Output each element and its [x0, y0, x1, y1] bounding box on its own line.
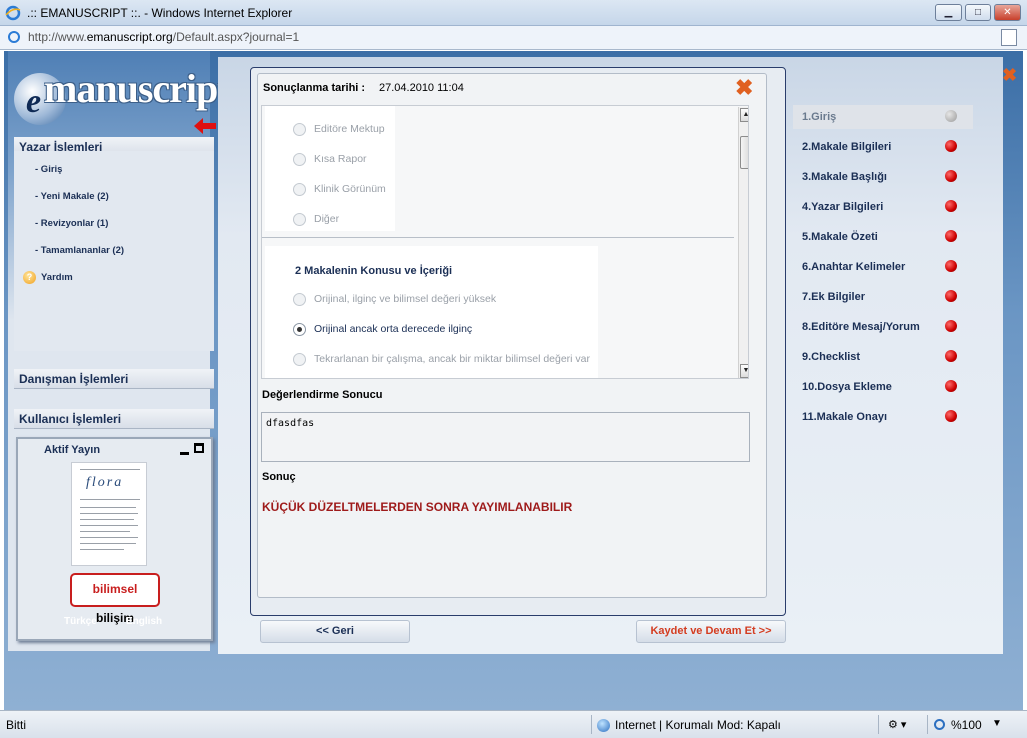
close-form-icon[interactable]: ✖: [735, 77, 753, 99]
url-text[interactable]: http://www.emanuscript.org/Default.aspx?…: [28, 30, 299, 44]
save-continue-button[interactable]: Kaydet ve Devam Et >>: [636, 620, 786, 643]
result-value: KÜÇÜK DÜZELTMELERDEN SONRA YAYIMLANABILI…: [262, 500, 573, 514]
zoom-level[interactable]: %100: [951, 718, 982, 732]
address-bar[interactable]: http://www.emanuscript.org/Default.aspx?…: [0, 26, 1027, 50]
internet-explorer-icon: [5, 5, 21, 21]
aktif-yayin-panel: Aktif Yayın flora bilimsel bilişim Türkç…: [16, 437, 213, 641]
window-titlebar: .:: EMANUSCRIPT ::. - Windows Internet E…: [0, 0, 1027, 26]
sidebar: e manuscript Yazar İşlemleri - Giriş - Y…: [8, 51, 231, 651]
content-quality-group: 2 Makalenin Konusu ve İçeriği Orijinal, …: [265, 246, 598, 378]
logo-e: e: [26, 83, 42, 120]
step-status-icon: [945, 320, 957, 332]
logo-word: manuscript: [44, 66, 231, 111]
lang-english-link[interactable]: English: [126, 616, 162, 627]
step-ek-bilgiler[interactable]: 7.Ek Bilgiler: [793, 285, 973, 309]
menu-link-tamamlananlar[interactable]: - Tamamlananlar (2): [35, 245, 124, 256]
question-title: 2 Makalenin Konusu ve İçeriği: [295, 265, 453, 277]
radio-kisa-rapor[interactable]: [293, 153, 306, 166]
radio-diger[interactable]: [293, 213, 306, 226]
menu-link-yardim[interactable]: Yardım: [41, 272, 73, 283]
page-viewport: e manuscript Yazar İşlemleri - Giriş - Y…: [4, 51, 1023, 710]
internet-zone-icon: [597, 719, 610, 732]
step-status-icon: [945, 230, 957, 242]
step-makale-onayi[interactable]: 11.Makale Onayı: [793, 405, 973, 429]
journal-cover-image[interactable]: flora: [71, 462, 147, 566]
option-label: Tekrarlanan bir çalışma, ancak bir mikta…: [314, 353, 591, 365]
radio-klinik-gorunum[interactable]: [293, 183, 306, 196]
scroll-down-button[interactable]: ▼: [740, 364, 748, 378]
option-label: Orijinal, ilginç ve bilimsel değeri yüks…: [314, 293, 497, 305]
option-label: Diğer: [314, 213, 340, 225]
panel-minimize-icon[interactable]: [180, 446, 189, 455]
panel-maximize-icon[interactable]: [194, 443, 204, 453]
step-editore-mesaj[interactable]: 8.Editöre Mesaj/Yorum: [793, 315, 973, 339]
step-checklist[interactable]: 9.Checklist: [793, 345, 973, 369]
evaluation-label: Değerlendirme Sonucu: [262, 389, 383, 401]
article-type-group: Editöre Mektup Kısa Rapor Klinik Görünüm…: [265, 106, 395, 231]
tools-icon[interactable]: ⚙ ▾: [888, 718, 906, 731]
step-giris[interactable]: 1.Giriş: [793, 105, 973, 129]
scroll-thumb[interactable]: [740, 136, 748, 169]
status-text: Bitti: [6, 718, 27, 732]
danisman-islemleri-header[interactable]: Danışman İşlemleri: [14, 369, 214, 389]
evaluation-scroll-area[interactable]: Editöre Mektup Kısa Rapor Klinik Görünüm…: [261, 105, 749, 379]
date-label: Sonuçlanma tarihi :: [263, 82, 366, 94]
vertical-scrollbar[interactable]: ▲ ▼: [738, 107, 748, 378]
step-status-icon: [945, 110, 957, 122]
kullanici-islemleri-header[interactable]: Kullanıcı İşlemleri: [14, 409, 214, 429]
option-label: Kısa Rapor: [314, 153, 367, 165]
step-status-icon: [945, 200, 957, 212]
step-status-icon: [945, 260, 957, 272]
step-makale-basligi[interactable]: 3.Makale Başlığı: [793, 165, 973, 189]
menu-link-yeni-makale[interactable]: - Yeni Makale (2): [35, 191, 109, 202]
yazar-menu: - Giriş - Yeni Makale (2) - Revizyonlar …: [14, 151, 214, 351]
security-zone-text[interactable]: Internet | Korumalı Mod: Kapalı: [615, 718, 781, 732]
lang-turkce-link[interactable]: Türkçe: [64, 616, 97, 627]
scroll-up-button[interactable]: ▲: [740, 108, 748, 122]
step-dosya-ekleme[interactable]: 10.Dosya Ekleme: [793, 375, 973, 399]
ie-page-icon: [8, 31, 20, 43]
menu-link-giris[interactable]: - Giriş: [35, 164, 62, 175]
step-makale-ozeti[interactable]: 5.Makale Özeti: [793, 225, 973, 249]
step-anahtar-kelimeler[interactable]: 6.Anahtar Kelimeler: [793, 255, 973, 279]
radio-editore-mektup[interactable]: [293, 123, 306, 136]
menu-link-revizyonlar[interactable]: - Revizyonlar (1): [35, 218, 108, 229]
option-label: Orijinal ancak orta derecede ilginç: [314, 323, 473, 335]
page-close-icon[interactable]: ✖: [1002, 65, 1017, 86]
help-icon: ?: [23, 271, 36, 284]
back-button[interactable]: << Geri: [260, 620, 410, 643]
step-status-icon: [945, 170, 957, 182]
compatibility-view-icon[interactable]: [1001, 29, 1017, 46]
step-status-icon: [945, 410, 957, 422]
aktif-yayin-title: Aktif Yayın: [44, 444, 101, 456]
minimize-button[interactable]: ▁: [935, 4, 962, 21]
section-divider: [262, 237, 734, 238]
step-status-icon: [945, 140, 957, 152]
result-label: Sonuç: [262, 471, 296, 483]
radio-orijinal-orta[interactable]: [293, 323, 306, 336]
step-status-icon: [945, 350, 957, 362]
status-bar: Bitti Internet | Korumalı Mod: Kapalı ⚙ …: [0, 710, 1027, 738]
window-title: .:: EMANUSCRIPT ::. - Windows Internet E…: [27, 6, 293, 20]
option-label: Editöre Mektup: [314, 123, 385, 135]
step-status-icon: [945, 290, 957, 302]
maximize-button[interactable]: □: [965, 4, 991, 21]
bilimsel-bilisim-logo[interactable]: bilimsel bilişim: [70, 573, 160, 625]
evaluation-textarea[interactable]: dfasdfas: [261, 412, 750, 462]
step-makale-bilgileri[interactable]: 2.Makale Bilgileri: [793, 135, 973, 159]
radio-tekrarlanan[interactable]: [293, 353, 306, 366]
collapse-arrow-icon[interactable]: [194, 118, 216, 134]
step-yazar-bilgileri[interactable]: 4.Yazar Bilgileri: [793, 195, 973, 219]
zoom-icon[interactable]: [934, 719, 945, 730]
step-status-icon: [945, 380, 957, 392]
date-value: 27.04.2010 11:04: [379, 82, 464, 94]
journal-name: flora: [86, 475, 124, 490]
close-window-button[interactable]: ✕: [994, 4, 1021, 21]
option-label: Klinik Görünüm: [314, 183, 386, 195]
radio-orijinal-yuksek[interactable]: [293, 293, 306, 306]
zoom-dropdown-icon[interactable]: ▼: [992, 718, 1002, 729]
